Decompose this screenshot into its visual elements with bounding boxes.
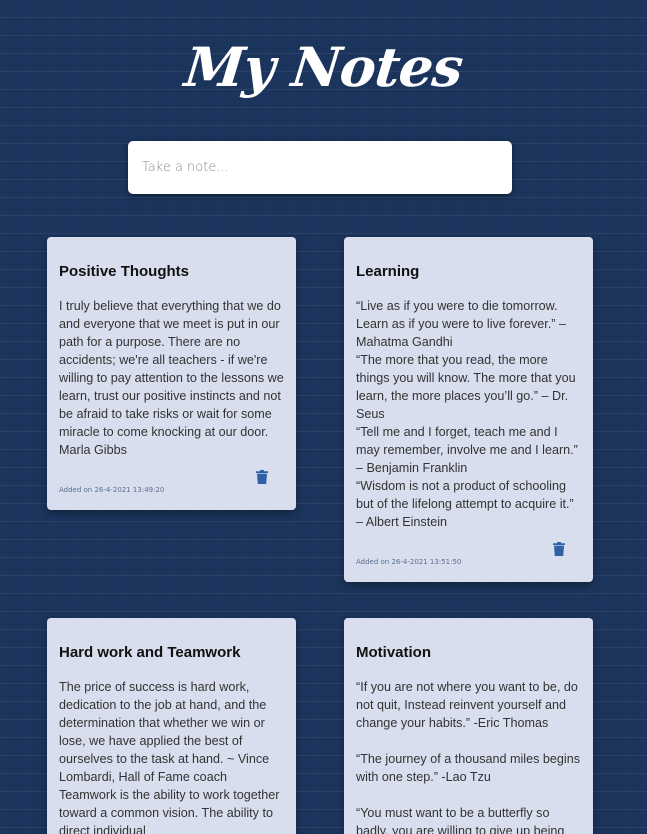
delete-note-button[interactable] [256,469,270,485]
take-note-input[interactable] [128,141,512,194]
note-card: Motivation “If you are not where you wan… [344,618,593,834]
note-title: Positive Thoughts [59,263,190,280]
notes-page: My Notes Positive Thoughts I truly belie… [0,0,647,834]
note-date: Added on 26-4-2021 13:49:20 [59,486,165,494]
delete-note-button[interactable] [553,541,567,557]
note-body: “Live as if you were to die tomorrow. Le… [356,299,578,529]
note-title: Motivation [356,644,431,661]
note-body: I truly believe that everything that we … [59,299,284,457]
note-title: Learning [356,263,420,280]
note-card: Positive Thoughts I truly believe that e… [47,237,296,510]
note-body: “If you are not where you want to be, do… [356,680,581,834]
note-title: Hard work and Teamwork [59,644,241,661]
trash-icon [256,470,268,484]
app-title: My Notes [181,35,466,99]
note-body: The price of success is hard work, dedic… [59,680,280,834]
note-card: Learning “Live as if you were to die tom… [344,237,593,582]
note-date: Added on 26-4-2021 13:51:50 [356,558,462,566]
note-card: Hard work and Teamwork The price of succ… [47,618,296,834]
trash-icon [553,542,565,556]
